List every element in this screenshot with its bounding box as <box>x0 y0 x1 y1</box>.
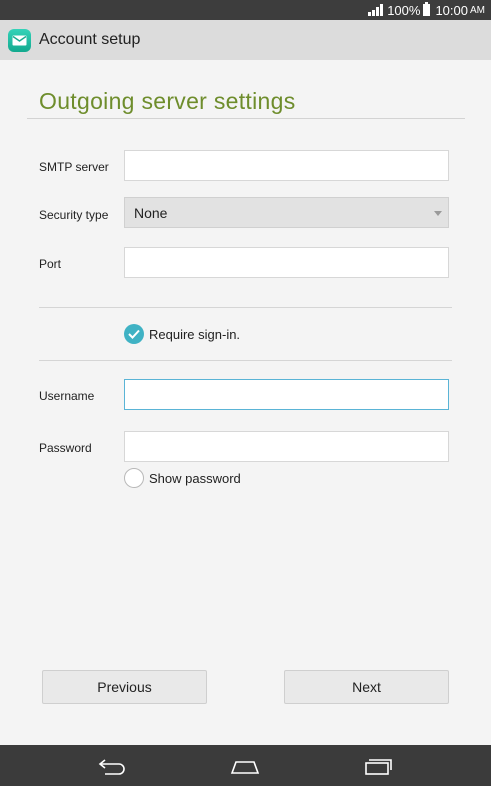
password-input[interactable] <box>124 431 449 462</box>
section-divider <box>39 307 452 308</box>
require-signin-label: Require sign-in. <box>149 326 241 342</box>
next-button[interactable]: Next <box>284 670 449 704</box>
security-type-value: None <box>134 204 168 221</box>
security-type-label: Security type <box>39 208 109 222</box>
action-bar: Account setup <box>0 20 491 60</box>
signal-strength-icon <box>368 4 384 16</box>
checkmark-icon <box>124 324 144 344</box>
show-password-label: Show password <box>149 470 241 486</box>
dropdown-arrow-icon <box>434 211 442 216</box>
username-input[interactable] <box>124 379 449 410</box>
unchecked-circle-icon <box>124 468 144 488</box>
battery-icon <box>423 2 431 16</box>
show-password-checkbox[interactable]: Show password <box>124 468 241 488</box>
status-bar: 100% 10:00 AM <box>0 0 491 20</box>
section-divider <box>39 360 452 361</box>
password-label: Password <box>39 441 92 455</box>
username-label: Username <box>39 389 95 403</box>
port-label: Port <box>39 257 62 271</box>
port-input[interactable] <box>124 247 449 278</box>
previous-button[interactable]: Previous <box>42 670 207 704</box>
security-type-select[interactable]: None <box>124 197 449 228</box>
page-title: Outgoing server settings <box>39 88 296 114</box>
navigation-bar <box>0 745 491 786</box>
clock-ampm: AM <box>470 4 485 16</box>
title-divider <box>27 118 465 119</box>
require-signin-checkbox[interactable]: Require sign-in. <box>124 324 240 344</box>
back-icon[interactable] <box>92 753 132 779</box>
home-icon[interactable] <box>225 753 265 779</box>
battery-percent: 100% <box>387 2 421 18</box>
email-envelope-icon[interactable] <box>8 28 31 52</box>
smtp-server-label: SMTP server <box>39 160 109 174</box>
recent-apps-icon[interactable] <box>358 753 398 779</box>
clock-time: 10:00 <box>435 2 468 18</box>
smtp-server-input[interactable] <box>124 150 449 181</box>
action-bar-title: Account setup <box>39 31 141 48</box>
